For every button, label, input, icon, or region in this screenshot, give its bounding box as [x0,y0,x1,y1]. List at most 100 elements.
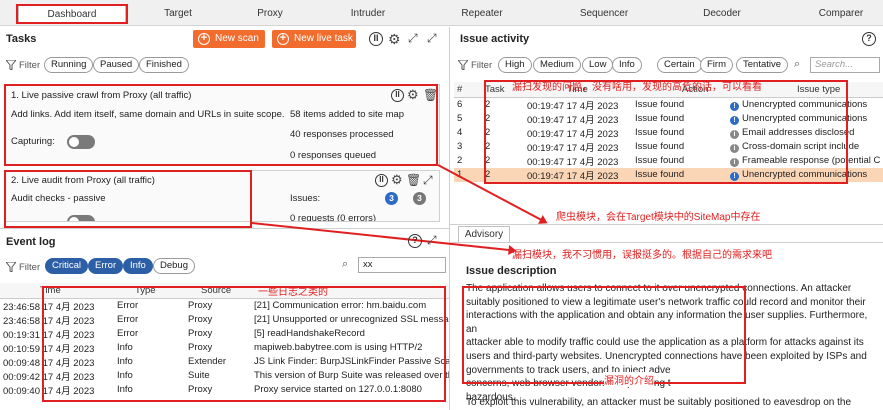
popout-icon[interactable]: ⤢ [423,173,433,187]
task-card-live-audit[interactable]: 2. Live audit from Proxy (all traffic) I… [4,170,440,222]
severity-high-icon: ! [730,171,739,181]
gear-icon[interactable]: ⚙ [407,88,419,102]
filter-icon [458,60,468,70]
pause-icon[interactable]: II [391,89,404,102]
filter-icon [6,262,16,272]
log-row[interactable]: 00:09:40 17 4月 2023 Info Proxy Proxy servic… [0,383,449,397]
severity-info-icon: i [730,129,739,139]
filter-running[interactable]: Running [44,57,94,73]
issue-row[interactable]: 6 2 00:19:47 17 4月 2023 Issue found! Unencry… [454,97,883,112]
capturing-label: Capturing: [11,136,55,147]
scanner-annotation-note: 漏扫模块，我不习惯用，误报挺多的。根据自己的需求来吧 [512,250,772,261]
severity-high-icon: ! [730,115,739,125]
task-requests: 0 requests (0 errors) [290,213,377,222]
search-icon: ⌕ [342,258,349,270]
log-annotation-note: 一些日志之类的 [258,287,328,298]
issue-row-selected[interactable]: 1200:19:47 17 4月 2023Issue found!Unencry… [454,167,883,182]
event-log-title: Event log [6,236,56,248]
info-count-badge: 3 [413,192,426,205]
log-row[interactable]: 23:46:58 17 4月 2023 Error Proxy [21] Unsupp… [0,313,449,327]
filter-debug[interactable]: Debug [153,258,195,274]
pause-icon[interactable]: II [375,174,388,187]
audit-toggle[interactable] [67,215,95,221]
col-time[interactable]: Time [0,283,115,299]
search-icon: ⌕ [794,58,801,70]
filter-low[interactable]: Low [582,57,614,73]
filter-certain[interactable]: Certain [657,57,702,73]
tasks-filter-label: Filter [19,60,41,71]
filter-critical[interactable]: Critical [45,258,89,274]
vertical-split[interactable] [449,27,450,410]
filter-error[interactable]: Error [88,258,124,274]
crawler-annotation-note: 爬虫模块，会在Target模块中的SiteMap中存在 [556,212,761,223]
issue-description-heading: Issue description [466,265,557,277]
severity-high-icon: ! [730,101,739,111]
filter-info[interactable]: Info [123,258,153,274]
gear-icon[interactable]: ⚙ [388,32,401,46]
help-icon[interactable]: ? [408,234,422,248]
filter-medium[interactable]: Medium [533,57,581,73]
col-type[interactable]: Type [115,283,185,299]
new-scan-button[interactable]: + New scan [193,30,265,48]
issue-row[interactable]: 3 2 00:19:47 17 4月 2023 Issue found i Cross-d… [454,140,883,154]
filter-paused[interactable]: Paused [93,57,140,73]
new-live-task-button[interactable]: + New live task [272,30,356,48]
task-card-live-passive-crawl[interactable]: 1. Live passive crawl from Proxy (all tr… [4,84,440,166]
log-row[interactable]: 00:09:42 17 4月 2023 Info Suite This version… [0,369,449,383]
task-description: Audit checks - passive [11,193,106,204]
issue-count-badge: 3 [385,192,398,205]
col-source[interactable]: Source [185,283,251,299]
log-row[interactable]: 00:09:48 17 4月 2023 Info Extender JS Link F… [0,355,449,369]
main-tab-bar: Dashboard Target Proxy Intruder Repeater… [0,0,883,26]
log-row[interactable]: 00:19:31 17 4月 2023 Error Proxy [5] readHan… [0,327,449,341]
tab-sequencer[interactable]: Sequencer [570,5,638,23]
trash-icon[interactable]: 🗑 [406,173,421,187]
issue-activity-title: Issue activity [460,33,530,45]
task-description: Add links. Add item itself, same domain … [11,109,285,120]
tab-advisory[interactable]: Advisory [458,226,510,242]
issue-filter-label: Filter [471,60,493,71]
log-filter-label: Filter [19,262,41,273]
tab-proxy[interactable]: Proxy [240,5,300,23]
issue-description-body: The application allows users to connect … [466,283,868,403]
plus-icon: + [277,33,289,45]
expand-icon[interactable]: ⤢ [427,31,437,45]
popout-icon[interactable]: ⤢ [427,233,437,247]
issue-annotation-note: 漏扫发现的问题，没有啥用，发现的高危的话，可以看看 [512,82,762,93]
issue-search-input[interactable]: Search... [810,57,880,73]
task-title: 1. Live passive crawl from Proxy (all tr… [11,90,192,101]
pause-all-icon[interactable]: II [369,32,383,46]
filter-high[interactable]: High [498,57,532,73]
filter-finished[interactable]: Finished [139,57,189,73]
advisory-tab-rule [450,242,883,243]
issue-row[interactable]: 4 2 00:19:47 17 4月 2023 Issue found i Email a… [454,126,883,140]
tab-target[interactable]: Target [148,5,208,23]
tab-intruder[interactable]: Intruder [336,5,400,23]
issue-description-continued: To exploit this vulnerability, an attack… [466,397,852,408]
issue-row[interactable]: 2 2 00:19:47 17 4月 2023 Issue found i Frameab… [454,154,883,168]
filter-firm[interactable]: Firm [700,57,733,73]
log-row[interactable]: 00:10:59 17 4月 2023 Info Proxy mapiweb.baby… [0,341,449,355]
log-row[interactable]: 23:46:58 17 4月 2023 Error Proxy [21] Commun… [0,298,449,313]
tab-repeater[interactable]: Repeater [450,5,514,23]
horizontal-split-left[interactable] [0,228,449,229]
issue-row[interactable]: 5 2 00:19:47 17 4月 2023 Issue found! Unencry… [454,112,883,126]
tab-dashboard[interactable]: Dashboard [18,5,126,23]
help-icon[interactable]: ? [862,32,876,46]
gear-icon[interactable]: ⚙ [391,173,403,187]
task-stat-queued: 0 responses queued [290,150,377,161]
severity-info-icon: i [730,143,739,153]
horizontal-split-right[interactable] [450,224,883,225]
issues-label: Issues: [290,193,321,204]
popout-icon[interactable]: ⤢ [408,31,418,45]
tab-comparer[interactable]: Comparer [810,5,872,23]
capturing-toggle[interactable] [67,135,95,149]
trash-icon[interactable]: 🗑 [423,88,438,102]
col-num[interactable]: # [454,82,482,98]
log-search-input[interactable]: xx [358,257,446,273]
filter-tentative[interactable]: Tentative [736,57,789,73]
task-stat-items: 58 items added to site map [290,109,405,120]
tab-decoder[interactable]: Decoder [692,5,752,23]
vuln-annotation-note: 漏洞的介绍 [604,372,654,387]
filter-info[interactable]: Info [612,57,642,73]
